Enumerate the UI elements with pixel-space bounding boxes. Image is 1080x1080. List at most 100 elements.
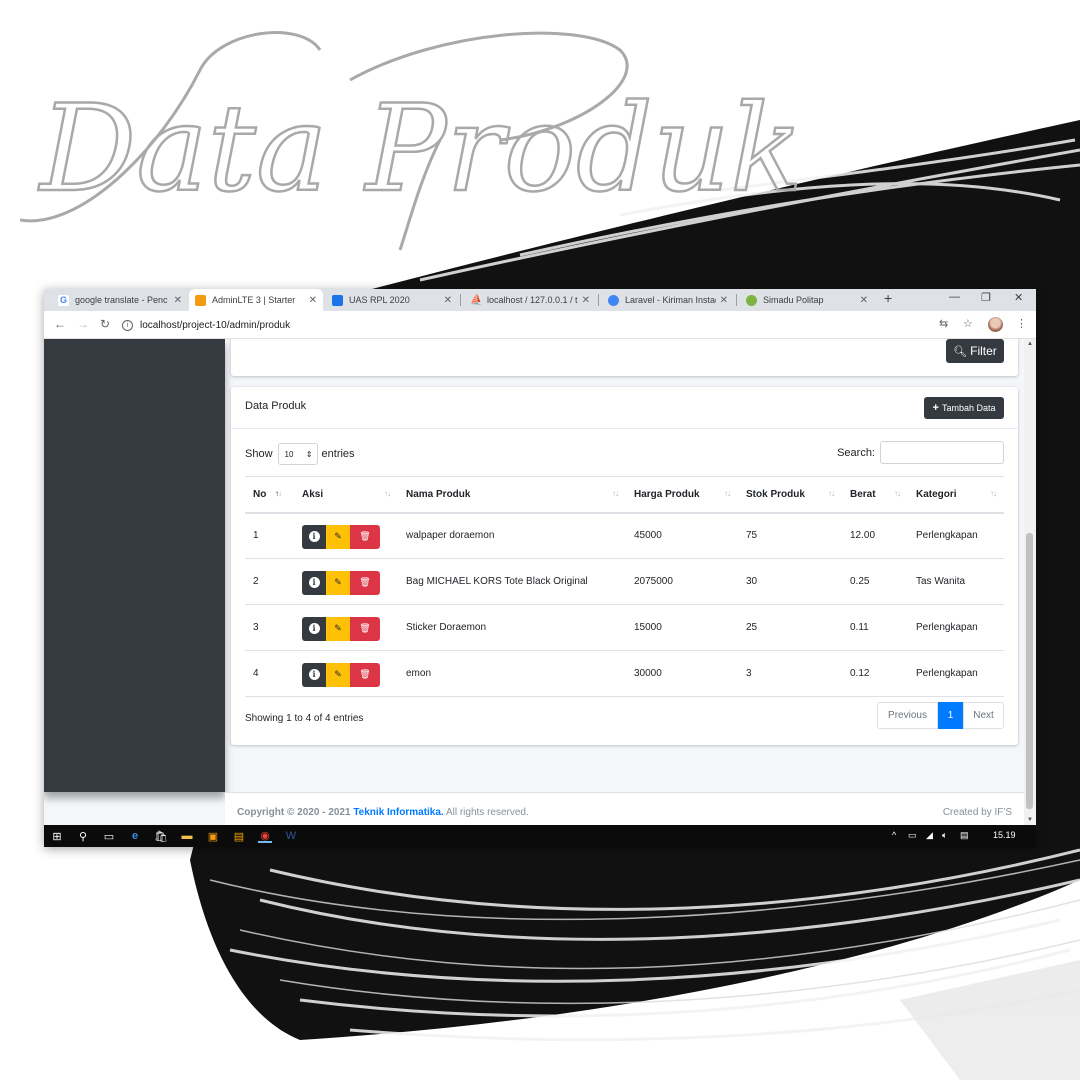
windows-taskbar: ⊞ ⚲ ▭ e 🛍︎ ▬ ▣ ▤ ◉ W ^ ▭ ◢ 🔈︎ ▤ 15.19 bbox=[44, 825, 1036, 847]
sort-asc-icon: ↑↓ bbox=[275, 489, 282, 498]
tab-phpmyadmin[interactable]: ⛵ localhost / 127.0.0.1 / t ✕ bbox=[464, 289, 596, 311]
table-row: 4 i ✎ 🗑︎ emon 30000 3 0.12 Perlengkapan bbox=[245, 650, 1004, 697]
window-close-button[interactable]: ✕ bbox=[1014, 291, 1023, 304]
close-icon[interactable]: ✕ bbox=[444, 295, 452, 306]
column-header-harga[interactable]: Harga Produk ↑↓ bbox=[626, 476, 738, 514]
url-text: localhost/project-10/admin/produk bbox=[140, 319, 291, 331]
column-header-no[interactable]: No ↑↓ bbox=[245, 476, 294, 514]
cell-kategori: Tas Wanita bbox=[908, 558, 1004, 605]
minimize-button[interactable]: — bbox=[949, 291, 960, 303]
word-icon[interactable]: W bbox=[284, 829, 298, 843]
column-header-aksi[interactable]: Aksi ↑↓ bbox=[294, 476, 398, 514]
trash-icon: 🗑︎ bbox=[359, 531, 371, 542]
notification-icon[interactable]: ▤ bbox=[960, 830, 969, 841]
tab-label: UAS RPL 2020 bbox=[349, 295, 410, 305]
delete-button[interactable]: 🗑︎ bbox=[350, 662, 380, 687]
edit-button[interactable]: ✎ bbox=[326, 570, 350, 595]
reload-icon[interactable]: ↻ bbox=[100, 317, 110, 331]
info-icon[interactable]: i bbox=[122, 319, 133, 331]
sort-icon: ↑↓ bbox=[828, 489, 835, 498]
close-icon[interactable]: ✕ bbox=[174, 295, 182, 306]
detail-button[interactable]: i bbox=[302, 570, 326, 595]
wifi-icon[interactable]: ◢ bbox=[926, 830, 933, 841]
browser-window: G google translate - Penc ✕ AdminLTE 3 |… bbox=[44, 289, 1036, 847]
tray-chevron-icon[interactable]: ^ bbox=[892, 830, 896, 840]
scrollbar-thumb[interactable] bbox=[1026, 533, 1033, 809]
task-view-icon[interactable]: ▭ bbox=[102, 829, 116, 843]
avatar[interactable] bbox=[988, 317, 1003, 332]
windows-start-icon[interactable]: ⊞ bbox=[50, 829, 64, 843]
filter-button[interactable]: 🔍︎ Filter bbox=[946, 339, 1004, 363]
xampp-icon[interactable]: ▣ bbox=[206, 829, 220, 843]
chrome-icon bbox=[608, 294, 619, 306]
cell-stok: 25 bbox=[738, 604, 842, 651]
detail-button[interactable]: i bbox=[302, 616, 326, 641]
column-header-stok[interactable]: Stok Produk ↑↓ bbox=[738, 476, 842, 514]
battery-icon[interactable]: ▭ bbox=[908, 830, 917, 841]
scrollbar[interactable]: ▲ ▼ bbox=[1024, 339, 1036, 825]
star-icon[interactable]: ☆ bbox=[963, 317, 973, 330]
cell-nama: walpaper doraemon bbox=[398, 512, 626, 559]
column-header-nama[interactable]: Nama Produk ↑↓ bbox=[398, 476, 626, 514]
close-icon[interactable]: ✕ bbox=[720, 295, 728, 306]
chrome-taskbar-icon[interactable]: ◉ bbox=[258, 829, 272, 843]
page-1-button[interactable]: 1 bbox=[938, 702, 963, 729]
edit-button[interactable]: ✎ bbox=[326, 662, 350, 687]
edit-button[interactable]: ✎ bbox=[326, 616, 350, 641]
edge-icon[interactable]: e bbox=[128, 829, 142, 843]
sort-icon: ↑↓ bbox=[384, 489, 391, 498]
footer-suffix: All rights reserved. bbox=[445, 807, 529, 818]
menu-icon[interactable]: ⋮ bbox=[1016, 317, 1027, 330]
forward-arrow-icon[interactable]: → bbox=[77, 317, 89, 331]
detail-button[interactable]: i bbox=[302, 662, 326, 687]
info-icon: i bbox=[308, 669, 320, 680]
add-data-button[interactable]: + Tambah Data bbox=[924, 397, 1004, 419]
translate-icon[interactable]: ⇆ bbox=[939, 317, 948, 330]
tab-label: Simadu Politap bbox=[763, 295, 824, 305]
search-input[interactable] bbox=[880, 441, 1004, 464]
scroll-down-icon[interactable]: ▼ bbox=[1027, 817, 1033, 823]
url-field[interactable]: i localhost/project-10/admin/produk bbox=[122, 315, 922, 335]
tab-adminlte[interactable]: AdminLTE 3 | Starter ✕ bbox=[189, 289, 323, 311]
column-header-berat[interactable]: Berat ↑↓ bbox=[842, 476, 908, 514]
filter-button-label: Filter bbox=[970, 344, 997, 358]
edit-button[interactable]: ✎ bbox=[326, 524, 350, 549]
tab-uas-rpl[interactable]: UAS RPL 2020 ✕ bbox=[326, 289, 458, 311]
column-header-kategori[interactable]: Kategori ↑↓ bbox=[908, 476, 1004, 514]
file-explorer-icon[interactable]: ▬ bbox=[180, 829, 194, 843]
delete-button[interactable]: 🗑︎ bbox=[350, 616, 380, 641]
select-arrows-icon: ⇕ bbox=[305, 449, 313, 459]
sidebar bbox=[44, 339, 225, 792]
tab-laravel[interactable]: Laravel - Kiriman Instag ✕ bbox=[602, 289, 734, 311]
store-icon[interactable]: 🛍︎ bbox=[154, 829, 168, 843]
close-icon[interactable]: ✕ bbox=[860, 295, 868, 306]
info-icon: i bbox=[308, 577, 320, 588]
scroll-up-icon[interactable]: ▲ bbox=[1027, 341, 1033, 347]
previous-page-button[interactable]: Previous bbox=[877, 702, 938, 729]
edit-icon: ✎ bbox=[334, 623, 342, 633]
new-tab-button[interactable]: + bbox=[884, 290, 892, 306]
google-icon: G bbox=[58, 294, 69, 306]
cell-berat: 12.00 bbox=[842, 512, 908, 559]
page-length-select[interactable]: 10 ⇕ bbox=[277, 443, 318, 465]
cell-kategori: Perlengkapan bbox=[908, 512, 1004, 559]
back-arrow-icon[interactable]: ← bbox=[54, 317, 66, 331]
cell-kategori: Perlengkapan bbox=[908, 650, 1004, 697]
search-icon[interactable]: ⚲ bbox=[76, 829, 90, 843]
restore-button[interactable]: ❐ bbox=[981, 291, 991, 304]
detail-button[interactable]: i bbox=[302, 524, 326, 549]
next-page-button[interactable]: Next bbox=[963, 702, 1004, 729]
volume-icon[interactable]: 🔈︎ bbox=[942, 830, 947, 841]
sublime-icon[interactable]: ▤ bbox=[232, 829, 246, 843]
cell-harga: 15000 bbox=[626, 604, 738, 651]
site-icon bbox=[746, 294, 757, 306]
tab-simadu[interactable]: Simadu Politap ✕ bbox=[740, 289, 874, 311]
close-icon[interactable]: ✕ bbox=[582, 295, 590, 306]
tab-google-translate[interactable]: G google translate - Penc ✕ bbox=[52, 289, 188, 311]
footer-link[interactable]: Teknik Informatika. bbox=[353, 807, 443, 818]
delete-button[interactable]: 🗑︎ bbox=[350, 570, 380, 595]
info-icon: i bbox=[308, 531, 320, 543]
close-icon[interactable]: ✕ bbox=[309, 295, 317, 306]
table-row: 2 i ✎ 🗑︎ Bag MICHAEL KORS Tote Black Ori… bbox=[245, 558, 1004, 605]
delete-button[interactable]: 🗑︎ bbox=[350, 524, 380, 549]
